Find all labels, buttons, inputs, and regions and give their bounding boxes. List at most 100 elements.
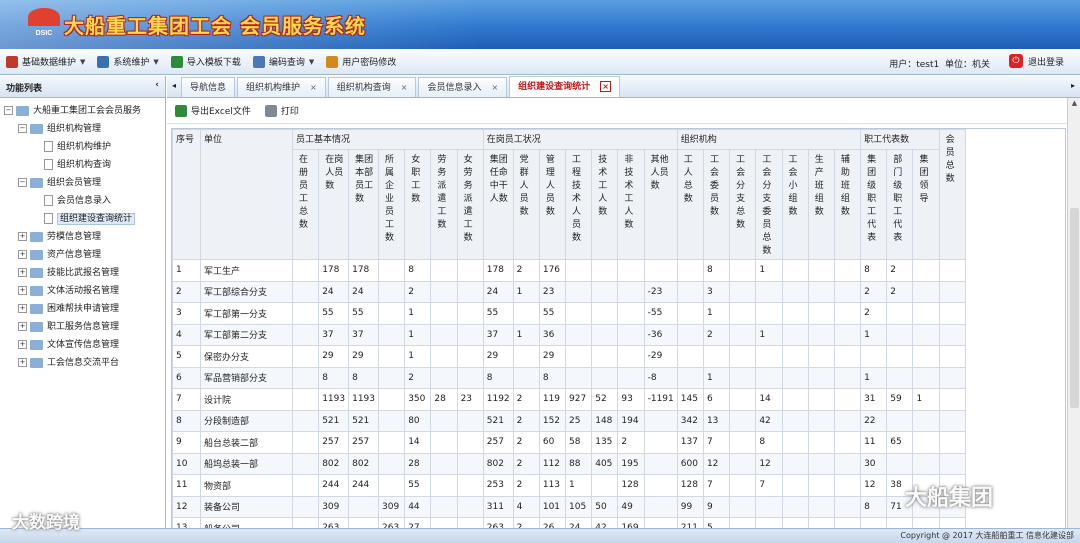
table-cell bbox=[807, 259, 835, 282]
expand-toggle-icon[interactable]: − bbox=[18, 124, 27, 133]
close-icon[interactable]: × bbox=[310, 83, 317, 92]
expand-toggle-icon[interactable]: + bbox=[18, 232, 27, 241]
export-excel-button[interactable]: 导出Excel文件 bbox=[175, 104, 251, 117]
column-header: 女职工数 bbox=[404, 149, 432, 260]
table-cell: -23 bbox=[643, 280, 678, 303]
chevron-down-icon[interactable]: ▼ bbox=[309, 58, 314, 66]
table-cell: 6 bbox=[172, 366, 201, 389]
close-icon[interactable]: × bbox=[401, 83, 408, 92]
table-cell bbox=[456, 474, 484, 497]
expand-toggle-icon[interactable]: + bbox=[18, 286, 27, 295]
table-cell: 8 bbox=[538, 366, 567, 389]
expand-toggle-icon[interactable]: + bbox=[18, 322, 27, 331]
chevron-down-icon[interactable]: ▼ bbox=[80, 58, 85, 66]
print-button[interactable]: 打印 bbox=[264, 104, 299, 117]
tree-item[interactable]: + 资产信息管理 bbox=[0, 246, 165, 264]
tab-1[interactable]: 组织机构维护 × bbox=[237, 77, 326, 97]
close-icon[interactable]: × bbox=[491, 83, 498, 92]
tree-item[interactable]: − 组织会员管理 bbox=[0, 174, 165, 192]
expand-toggle-icon[interactable]: + bbox=[18, 304, 27, 313]
toolbar-item-4[interactable]: 用户密码修改 bbox=[320, 49, 402, 75]
tree-item[interactable]: + 文体宣传信息管理 bbox=[0, 336, 165, 354]
table-cell: 44 bbox=[404, 495, 432, 518]
statistics-grid: 序号 单位 员工基本情况 在岗员工状况 组织机构 职工代表数 会员总数 在册员工总数 在岗人员数… bbox=[171, 128, 1066, 536]
tab-0[interactable]: 导航信息 bbox=[181, 77, 236, 97]
table-row[interactable]: 10 船坞总装一部 802 802 28 802 2 112 88 405 195 600 12 12 30 bbox=[172, 452, 966, 475]
tree-item[interactable]: 会员信息录入 bbox=[0, 192, 165, 210]
table-row[interactable]: 9 船台总装二部 257 257 14 257 2 60 58 135 2 137 7 8 11 65 bbox=[172, 431, 966, 454]
logout-button[interactable]: ⏻ 退出登录 bbox=[1008, 54, 1064, 68]
table-row[interactable]: 5 保密办分支 29 29 1 29 29 -29 bbox=[172, 345, 966, 368]
expand-toggle-icon[interactable]: − bbox=[4, 106, 13, 115]
table-cell: 176 bbox=[538, 259, 567, 282]
table-row[interactable]: 11 物资部 244 244 55 253 2 113 1 128 128 7 7 12 38 bbox=[172, 474, 966, 497]
tab-4[interactable]: 组织建设查询统计 × bbox=[509, 76, 620, 97]
tree-item[interactable]: 组织建设查询统计 bbox=[0, 210, 165, 228]
scrollbar-thumb[interactable] bbox=[1070, 208, 1079, 408]
tab-3[interactable]: 会员信息录入 × bbox=[418, 77, 508, 97]
tab-scroll-left-icon[interactable]: ◂ bbox=[167, 75, 181, 97]
table-cell: 49 bbox=[617, 495, 645, 518]
table-cell: 24 bbox=[482, 280, 514, 303]
tree-item[interactable]: + 劳模信息管理 bbox=[0, 228, 165, 246]
collapse-sidebar-icon[interactable]: ‹ bbox=[155, 80, 159, 90]
table-cell bbox=[755, 366, 783, 389]
table-cell bbox=[291, 388, 320, 411]
table-cell bbox=[565, 259, 593, 282]
toolbar-item-3[interactable]: 编码查询 ▼ bbox=[247, 49, 320, 75]
table-cell: 28 bbox=[404, 452, 432, 475]
table-cell: 29 bbox=[348, 345, 379, 368]
table-cell: 55 bbox=[318, 302, 350, 325]
close-icon[interactable]: × bbox=[600, 81, 611, 92]
tree-item[interactable]: + 技能比武报名管理 bbox=[0, 264, 165, 282]
table-row[interactable]: 6 军品营销部分支 8 8 2 8 8 -8 1 1 bbox=[172, 366, 966, 389]
table-cell bbox=[377, 259, 406, 282]
table-row[interactable]: 7 设计院 1193 1193 350 28 23 1192 2 119 927 52 93 -1191 1… bbox=[172, 388, 966, 411]
table-cell: 8 bbox=[482, 366, 514, 389]
toolbar-item-1[interactable]: 系统维护 ▼ bbox=[91, 49, 164, 75]
table-row[interactable]: 2 军工部综合分支 24 24 2 24 1 23 -23 3 2 2 bbox=[172, 280, 966, 303]
table-cell bbox=[729, 388, 757, 411]
table-row[interactable]: 12 装备公司 309 309 44 311 4 101 105 50 49 99 9 8 71 bbox=[172, 495, 966, 518]
table-row[interactable]: 4 军工部第二分支 37 37 1 37 1 36 -36 2 1 1 bbox=[172, 323, 966, 346]
table-cell bbox=[291, 280, 320, 303]
table-cell bbox=[781, 259, 809, 282]
table-cell bbox=[456, 280, 484, 303]
table-cell bbox=[912, 302, 940, 325]
expand-toggle-icon[interactable]: + bbox=[18, 358, 27, 367]
tree-item[interactable]: + 困难帮扶申请管理 bbox=[0, 300, 165, 318]
tree-item[interactable]: + 职工服务信息管理 bbox=[0, 318, 165, 336]
tab-scroll-right-icon[interactable]: ▸ bbox=[1066, 75, 1080, 97]
expand-toggle-icon[interactable]: + bbox=[18, 250, 27, 259]
expand-toggle-icon[interactable]: − bbox=[18, 178, 27, 187]
table-cell bbox=[781, 474, 809, 497]
tree-item[interactable]: − 组织机构管理 bbox=[0, 120, 165, 138]
table-row[interactable]: 8 分段制造部 521 521 80 521 2 152 25 148 194 342 13 42 22 bbox=[172, 409, 966, 432]
tree-item[interactable]: − 大船重工集团工会会员服务 bbox=[0, 102, 165, 120]
tree-item[interactable]: 组织机构查询 bbox=[0, 156, 165, 174]
table-row[interactable]: 1 军工生产 178 178 8 178 2 176 8 1 8 2 bbox=[172, 259, 966, 282]
table-cell: 29 bbox=[482, 345, 514, 368]
table-cell bbox=[291, 345, 320, 368]
table-cell: 8 bbox=[702, 259, 731, 282]
table-row[interactable]: 3 军工部第一分支 55 55 1 55 55 -55 1 2 bbox=[172, 302, 966, 325]
table-cell: 2 bbox=[886, 280, 914, 303]
table-cell: 8 bbox=[172, 409, 201, 432]
table-cell: -29 bbox=[643, 345, 678, 368]
tab-bar: ◂ 导航信息 组织机构维护 × 组织机构查询 × 会员信息录入 × 组织建设查询统计 × ▸ bbox=[167, 76, 1080, 98]
chevron-down-icon[interactable]: ▼ bbox=[153, 58, 158, 66]
table-cell bbox=[807, 280, 835, 303]
user-label: 用户：test1 bbox=[889, 60, 940, 70]
tab-2[interactable]: 组织机构查询 × bbox=[327, 77, 417, 97]
tree-item[interactable]: + 工会信息交流平台 bbox=[0, 354, 165, 372]
tree-item[interactable]: 组织机构维护 bbox=[0, 138, 165, 156]
toolbar-item-2[interactable]: 导入模板下载 bbox=[165, 49, 247, 75]
expand-toggle-icon[interactable]: + bbox=[18, 340, 27, 349]
table-cell: 145 bbox=[676, 388, 704, 411]
scroll-up-icon[interactable]: ▲ bbox=[1068, 99, 1080, 107]
expand-toggle-icon[interactable]: + bbox=[18, 268, 27, 277]
vertical-scrollbar[interactable]: ▲ ▼ bbox=[1067, 98, 1080, 536]
table-cell bbox=[938, 431, 966, 454]
tree-item[interactable]: + 文体活动报名管理 bbox=[0, 282, 165, 300]
toolbar-item-0[interactable]: 基础数据维护 ▼ bbox=[0, 49, 91, 75]
